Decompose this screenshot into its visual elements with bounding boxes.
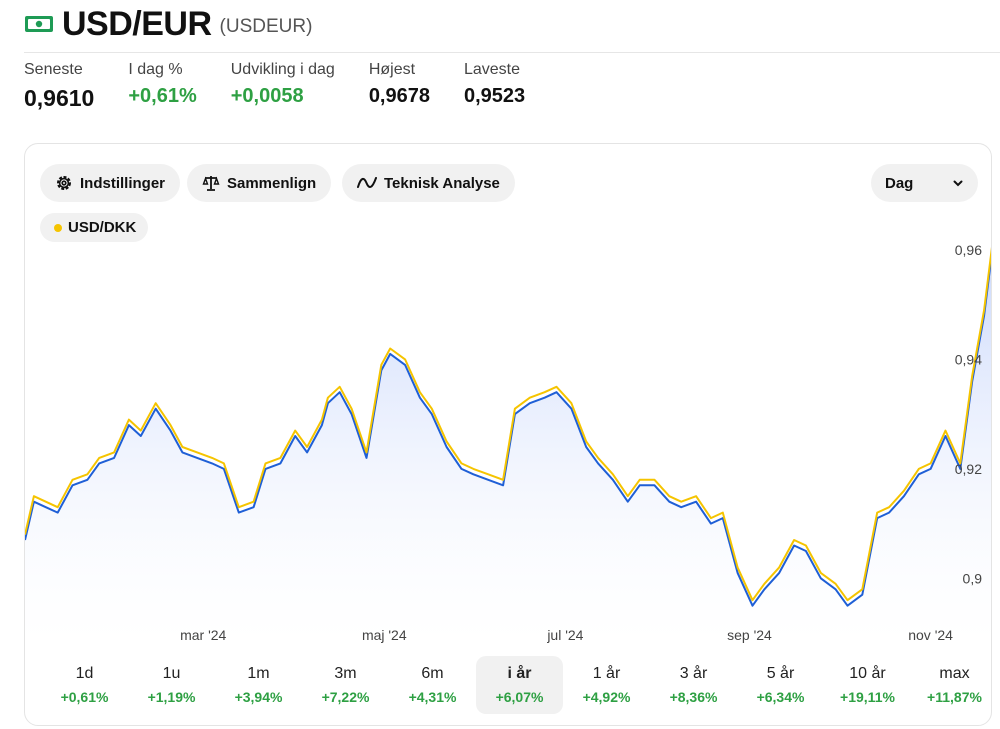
period-label: 10 år <box>849 665 886 682</box>
legend-series-usd-dkk[interactable]: USD/DKK <box>40 213 149 242</box>
period-label: max <box>939 665 970 682</box>
compare-button[interactable]: Sammenlign <box>187 164 332 202</box>
technical-analysis-label: Teknisk Analyse <box>384 174 500 192</box>
stat-value: 0,9610 <box>24 85 95 111</box>
settings-label: Indstillinger <box>80 174 166 192</box>
period-selector: 1d +0,61% 1u +1,19% 1m +3,94% 3m +7,22% … <box>41 656 991 714</box>
period-1y[interactable]: 1 år +4,92% <box>563 656 650 714</box>
period-change: +1,19% <box>147 689 196 705</box>
period-change: +3,94% <box>234 689 283 705</box>
period-max[interactable]: max +11,87% <box>911 656 991 714</box>
stat-label: Laveste <box>463 61 521 78</box>
x-tick-label: mar '24 <box>180 627 226 643</box>
period-change: +4,92% <box>582 689 631 705</box>
period-1m[interactable]: 1m +3,94% <box>215 656 302 714</box>
y-tick-label: 0,92 <box>955 461 982 477</box>
trend-line-icon <box>357 174 377 192</box>
period-label: 5 år <box>766 665 795 682</box>
period-label: 3 år <box>679 665 708 682</box>
chart-card: 0,9 0,92 0,94 0,96 mar '24 maj '24 jul '24 sep … <box>24 143 992 726</box>
page-title: USD/EUR <box>62 4 212 43</box>
legend-color-dot <box>54 223 62 232</box>
technical-analysis-button[interactable]: Teknisk Analyse <box>342 164 515 202</box>
stat-today-percent: I dag % +0,61% <box>128 61 196 112</box>
period-change: +4,31% <box>408 689 457 705</box>
period-10y[interactable]: 10 år +19,11% <box>824 656 911 714</box>
quote-stats: Seneste 0,9610 I dag % +0,61% Udvikling … <box>24 61 559 112</box>
period-change: +0,61% <box>60 689 109 705</box>
stat-value: 0,9523 <box>463 85 526 107</box>
chevron-down-icon <box>952 177 964 189</box>
banknote-icon <box>24 14 54 34</box>
period-6m[interactable]: 6m +4,31% <box>389 656 476 714</box>
scale-icon <box>202 174 220 192</box>
period-3m[interactable]: 3m +7,22% <box>302 656 389 714</box>
period-label: 6m <box>421 665 444 682</box>
stat-value: +0,61% <box>128 85 197 107</box>
compare-label: Sammenlign <box>227 174 317 192</box>
x-tick-label: sep '24 <box>727 627 772 643</box>
y-tick-label: 0,94 <box>955 351 982 367</box>
stat-label: Højest <box>368 61 416 78</box>
stat-value: 0,9678 <box>368 85 430 107</box>
x-tick-label: jul '24 <box>546 627 583 643</box>
stat-label: I dag % <box>128 61 183 78</box>
period-1u[interactable]: 1u +1,19% <box>128 656 215 714</box>
period-3y[interactable]: 3 år +8,36% <box>650 656 737 714</box>
period-change: +6,07% <box>495 689 544 705</box>
stat-today-change: Udvikling i dag +0,0058 <box>231 61 335 112</box>
period-ytd[interactable]: i år +6,07% <box>476 656 563 714</box>
interval-select[interactable]: Dag <box>871 164 978 202</box>
period-change: +6,34% <box>756 689 805 705</box>
period-label: 1m <box>247 665 270 682</box>
period-change: +19,11% <box>840 689 895 705</box>
x-tick-label: maj '24 <box>362 627 407 643</box>
legend-label: USD/DKK <box>68 219 137 236</box>
period-change: +7,22% <box>321 689 370 705</box>
stat-label: Seneste <box>24 61 83 78</box>
y-tick-label: 0,96 <box>955 242 982 258</box>
x-tick-label: nov '24 <box>908 627 953 643</box>
period-label: 1u <box>162 665 181 682</box>
period-label: i år <box>507 665 532 682</box>
period-label: 3m <box>334 665 357 682</box>
ticker-symbol: (USDEUR) <box>219 16 313 37</box>
period-label: 1 år <box>592 665 621 682</box>
gear-icon <box>55 174 73 192</box>
settings-button[interactable]: Indstillinger <box>40 164 181 202</box>
interval-value: Dag <box>885 174 914 192</box>
period-1d[interactable]: 1d +0,61% <box>41 656 128 714</box>
period-change: +11,87% <box>927 689 982 705</box>
period-change: +8,36% <box>669 689 718 705</box>
y-tick-label: 0,9 <box>963 570 983 586</box>
header-divider <box>24 52 1000 53</box>
stat-low: Laveste 0,9523 <box>464 61 525 112</box>
stat-value: +0,0058 <box>230 85 304 107</box>
page-header: USD/EUR (USDEUR) <box>24 4 312 44</box>
stat-latest: Seneste 0,9610 <box>24 61 94 112</box>
period-label: 1d <box>75 665 94 682</box>
price-chart[interactable]: 0,9 0,92 0,94 0,96 mar '24 maj '24 jul '24 sep … <box>25 144 992 644</box>
period-5y[interactable]: 5 år +6,34% <box>737 656 824 714</box>
stat-high: Højest 0,9678 <box>369 61 430 112</box>
stat-label: Udvikling i dag <box>230 61 335 78</box>
